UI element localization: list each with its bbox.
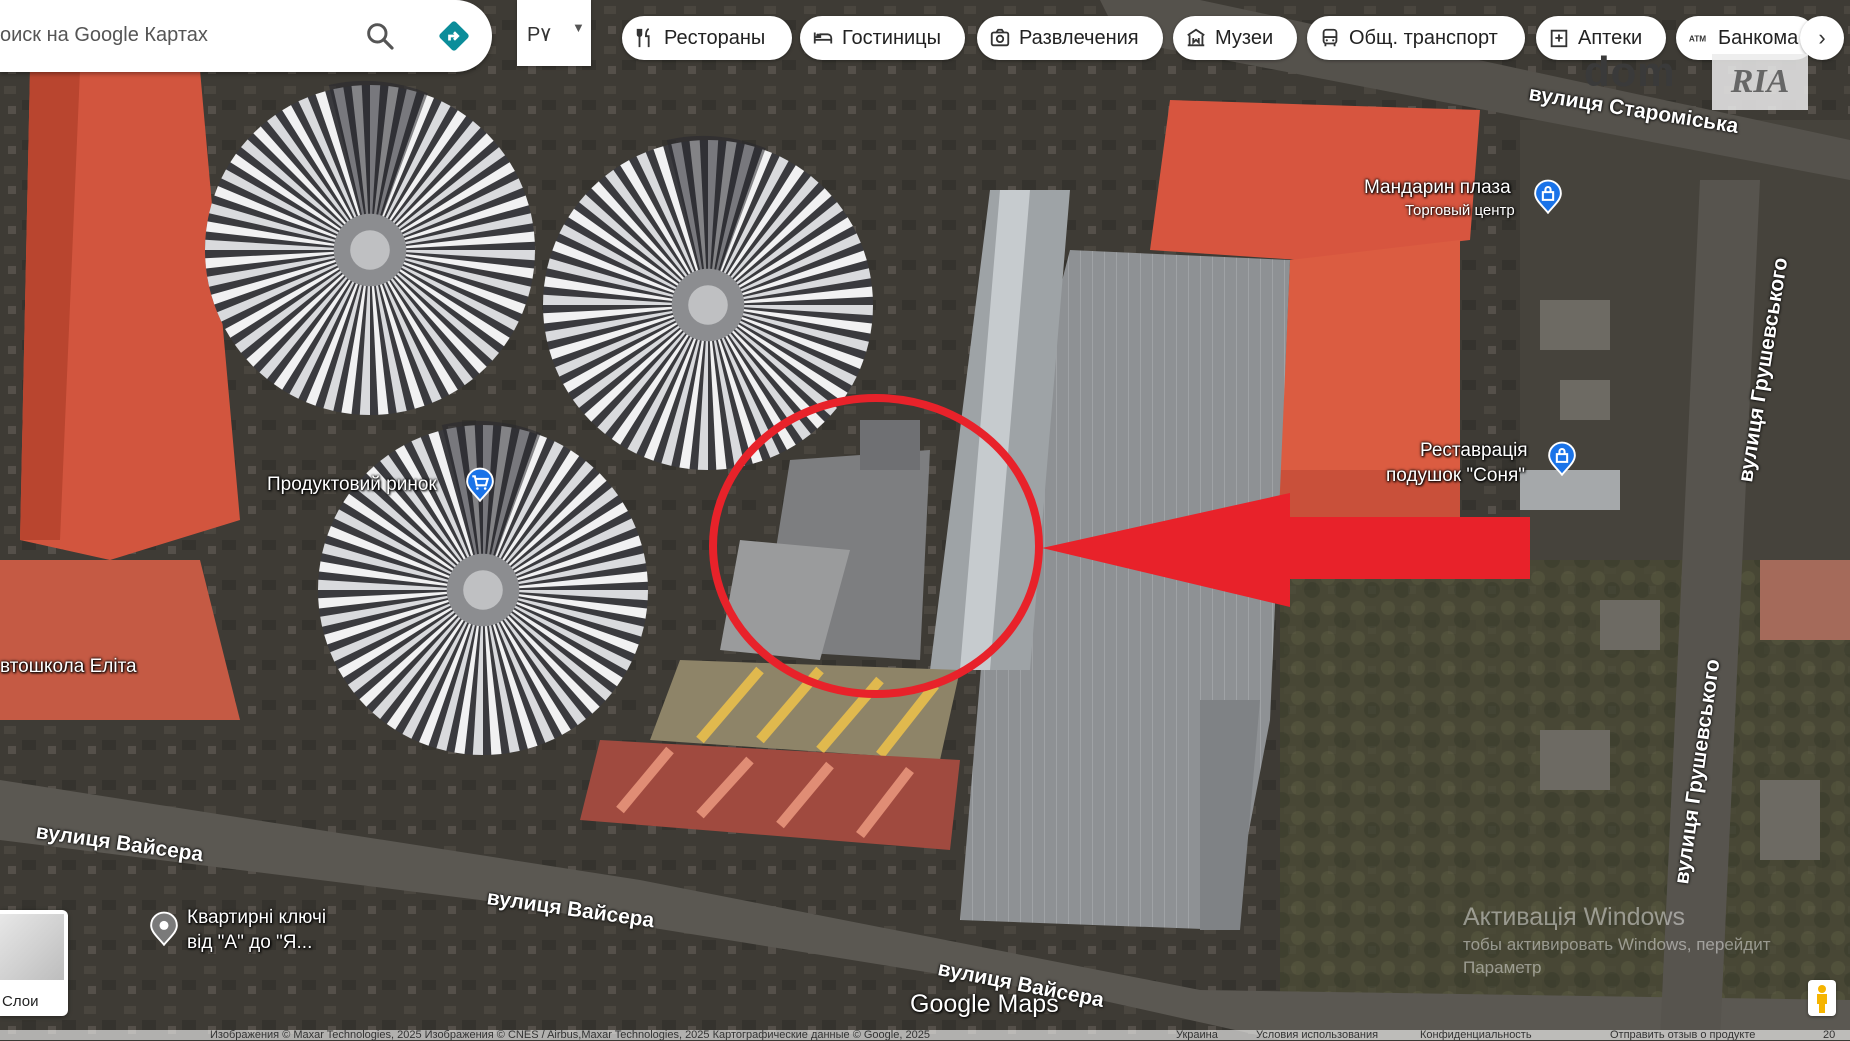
language-selector[interactable]: Р٧ ▼ bbox=[517, 0, 591, 66]
satellite-map[interactable] bbox=[0, 0, 1850, 1040]
chip-restaurants[interactable]: Рестораны bbox=[622, 16, 792, 60]
watermark-ria: RIA bbox=[1712, 54, 1808, 110]
windows-activation-watermark: Активація Windows тобы активировать Wind… bbox=[1463, 903, 1771, 978]
activation-line2: тобы активировать Windows, перейдит bbox=[1463, 935, 1771, 954]
chip-label: Аптеки bbox=[1578, 26, 1643, 49]
directions-icon[interactable] bbox=[436, 18, 472, 54]
layers-label: Слои bbox=[2, 993, 39, 1010]
chip-hotels[interactable]: Гостиницы bbox=[800, 16, 965, 60]
chip-entertainment[interactable]: Развлечения bbox=[977, 16, 1163, 60]
chip-label: Музеи bbox=[1215, 26, 1274, 49]
cart-pin-icon[interactable] bbox=[464, 466, 496, 502]
chip-label: Банкомa bbox=[1718, 26, 1799, 49]
place-mandarin-category: Торговый центр bbox=[1405, 202, 1515, 219]
activation-line3: Параметр bbox=[1463, 958, 1542, 977]
svg-text:ATM: ATM bbox=[1689, 35, 1706, 44]
shopping-pin-icon[interactable] bbox=[1546, 440, 1578, 476]
chip-museums[interactable]: Музеи bbox=[1173, 16, 1297, 60]
fork-knife-icon bbox=[636, 28, 650, 48]
search-input[interactable]: оиск на Google Картах bbox=[0, 24, 208, 47]
terms-link[interactable]: Условия использования bbox=[1256, 1029, 1378, 1041]
bed-icon bbox=[813, 32, 833, 44]
search-box[interactable]: оиск на Google Картах bbox=[0, 0, 492, 72]
search-icon[interactable] bbox=[364, 20, 396, 52]
footer-region[interactable]: Украина bbox=[1176, 1029, 1218, 1041]
map-footer: Изображения © Maxar Technologies, 2025 И… bbox=[0, 1029, 1850, 1041]
museum-icon bbox=[1187, 28, 1205, 47]
location-pin-icon[interactable] bbox=[148, 910, 180, 946]
place-mandarin-name[interactable]: Мандарин плаза bbox=[1364, 177, 1511, 199]
language-code: Р٧ bbox=[527, 24, 552, 46]
chip-label: Гостиницы bbox=[842, 26, 941, 49]
place-market-name[interactable]: Продуктовий ринок bbox=[267, 474, 437, 496]
watermark-dom: dom bbox=[1584, 48, 1676, 95]
layers-thumbnail bbox=[0, 914, 64, 980]
place-keys-line1[interactable]: Квартирні ключі bbox=[187, 907, 326, 929]
chip-transit[interactable]: Общ. транспорт bbox=[1307, 16, 1525, 60]
atm-icon: ATM bbox=[1689, 35, 1706, 44]
chevron-down-icon: ▼ bbox=[572, 20, 585, 35]
scale-label[interactable]: 20 bbox=[1823, 1029, 1835, 1041]
pharmacy-icon bbox=[1550, 29, 1568, 48]
chip-label: Развлечения bbox=[1019, 26, 1139, 49]
camera-icon bbox=[990, 28, 1010, 47]
place-driving-school[interactable]: втошкола Еліта bbox=[0, 656, 137, 678]
place-keys-line2[interactable]: від "А" до "Я... bbox=[187, 932, 312, 954]
activation-title: Активація Windows bbox=[1463, 903, 1685, 931]
privacy-link[interactable]: Конфиденциальность bbox=[1420, 1029, 1532, 1041]
layers-button[interactable]: Слои bbox=[0, 910, 68, 1016]
shopping-pin-icon[interactable] bbox=[1532, 178, 1564, 214]
place-pillows-line2[interactable]: подушок "Соня" bbox=[1386, 465, 1525, 487]
google-maps-logo: Google Maps bbox=[910, 990, 1059, 1018]
chip-label: Рестораны bbox=[664, 26, 766, 49]
place-pillows-line1[interactable]: Реставрація bbox=[1420, 440, 1528, 462]
pegman-button[interactable] bbox=[1808, 980, 1836, 1016]
feedback-link[interactable]: Отправить отзыв о продукте bbox=[1610, 1029, 1755, 1041]
chevron-right-icon: › bbox=[1818, 25, 1826, 50]
chip-label: Общ. транспорт bbox=[1349, 26, 1498, 49]
bus-icon bbox=[1322, 28, 1338, 47]
attribution-text: Изображения © Maxar Technologies, 2025 И… bbox=[210, 1029, 930, 1041]
pegman-icon bbox=[1817, 985, 1827, 1013]
